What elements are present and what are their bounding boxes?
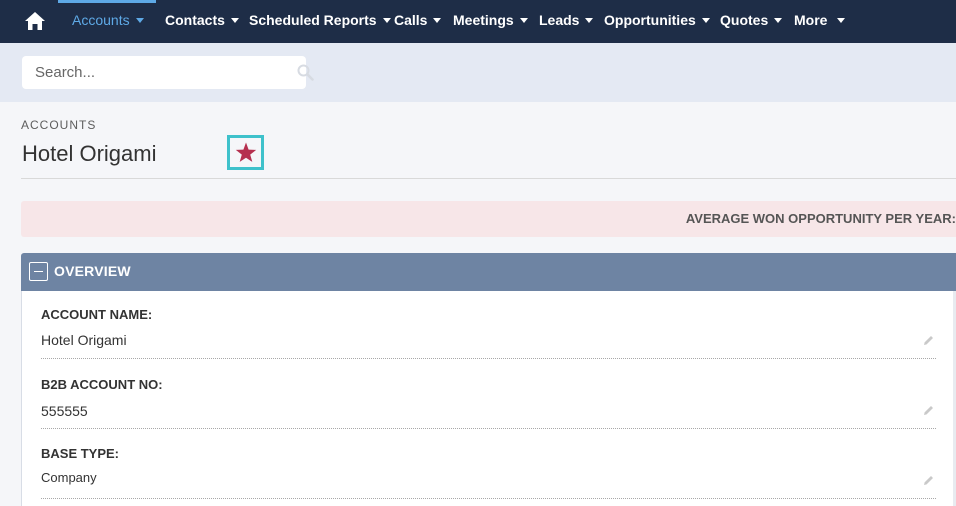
nav-label: Meetings xyxy=(453,12,514,28)
nav-label: Scheduled Reports xyxy=(249,12,377,28)
overview-panel-body: ACCOUNT NAME: Hotel Origami B2B ACCOUNT … xyxy=(21,291,956,506)
field-label: BASE TYPE: xyxy=(41,446,120,461)
divider xyxy=(21,178,956,179)
search-bar-area xyxy=(0,43,956,102)
nav-label: Leads xyxy=(539,12,580,28)
nav-label: Contacts xyxy=(165,12,225,28)
nav-meetings[interactable]: Meetings xyxy=(453,0,528,43)
panel-title: OVERVIEW xyxy=(54,263,131,279)
search-icon[interactable] xyxy=(297,64,314,81)
chevron-down-icon xyxy=(433,18,442,23)
chevron-down-icon xyxy=(837,18,846,23)
pencil-icon[interactable] xyxy=(922,474,935,487)
search-box xyxy=(22,56,314,89)
field-value: 555555 xyxy=(41,403,88,419)
field-label: B2B ACCOUNT NO: xyxy=(41,377,163,392)
field-divider xyxy=(41,498,936,499)
nav-more[interactable]: More xyxy=(794,0,846,43)
chevron-down-icon xyxy=(230,18,239,23)
nav-leads[interactable]: Leads xyxy=(539,0,594,43)
nav-scheduled-reports[interactable]: Scheduled Reports xyxy=(249,0,391,43)
summary-text: AVERAGE WON OPPORTUNITY PER YEAR: xyxy=(685,211,956,226)
search-input[interactable] xyxy=(22,56,272,89)
nav-calls[interactable]: Calls xyxy=(394,0,442,43)
nav-accounts[interactable]: Accounts xyxy=(58,0,156,43)
field-divider xyxy=(41,358,936,359)
nav-label: Opportunities xyxy=(604,12,696,28)
chevron-down-icon xyxy=(774,18,783,23)
nav-contacts[interactable]: Contacts xyxy=(165,0,239,43)
nav-label: More xyxy=(794,12,828,28)
nav-opportunities[interactable]: Opportunities xyxy=(604,0,710,43)
nav-label: Calls xyxy=(394,12,428,28)
page-title: Hotel Origami xyxy=(22,141,157,166)
chevron-down-icon xyxy=(519,18,528,23)
field-divider xyxy=(41,428,936,429)
nav-quotes[interactable]: Quotes xyxy=(720,0,783,43)
favorite-button[interactable] xyxy=(227,135,264,170)
chevron-down-icon xyxy=(135,18,144,23)
field-base-type: BASE TYPE: Company xyxy=(41,446,936,499)
nav-label: Accounts xyxy=(72,12,130,28)
field-value: Company xyxy=(41,470,97,485)
field-b2b-account-no: B2B ACCOUNT NO: 555555 xyxy=(41,377,936,429)
overview-panel-header[interactable]: OVERVIEW xyxy=(21,253,956,291)
collapse-icon[interactable] xyxy=(29,262,48,281)
field-account-name: ACCOUNT NAME: Hotel Origami xyxy=(41,307,936,359)
chevron-down-icon xyxy=(585,18,594,23)
pencil-icon[interactable] xyxy=(922,334,935,347)
nav-label: Quotes xyxy=(720,12,769,28)
chevron-down-icon xyxy=(701,18,710,23)
top-nav: Accounts Contacts Scheduled Reports Call… xyxy=(0,0,956,43)
pencil-icon[interactable] xyxy=(922,404,935,417)
star-icon xyxy=(235,142,256,162)
module-label: ACCOUNTS xyxy=(21,118,97,132)
field-value: Hotel Origami xyxy=(41,332,127,348)
home-icon[interactable] xyxy=(24,11,46,31)
field-label: ACCOUNT NAME: xyxy=(41,307,153,322)
summary-bar: AVERAGE WON OPPORTUNITY PER YEAR: xyxy=(21,201,956,237)
chevron-down-icon xyxy=(382,18,391,23)
